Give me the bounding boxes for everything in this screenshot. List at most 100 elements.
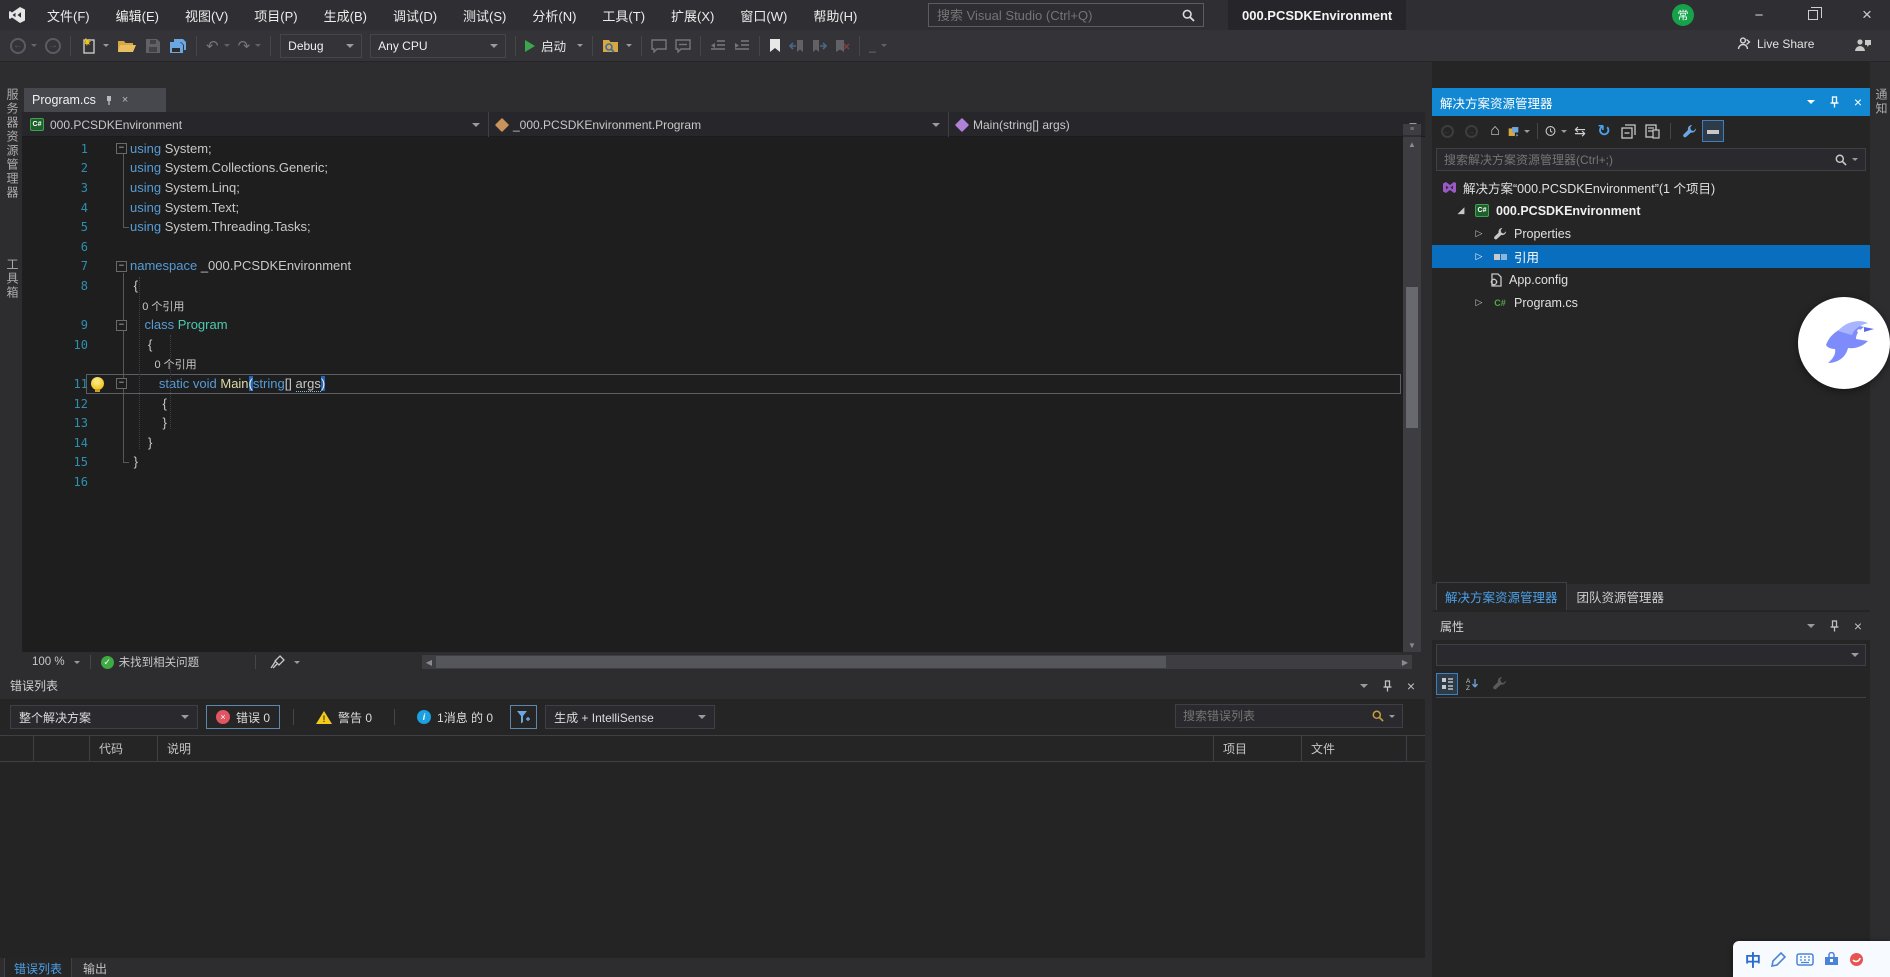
back-button[interactable]: ← bbox=[1436, 120, 1458, 142]
team-explorer-tab[interactable]: 团队资源管理器 bbox=[1569, 583, 1673, 610]
expander-collapsed-icon[interactable]: ▷ bbox=[1472, 297, 1486, 308]
toggle-bookmark-button[interactable] bbox=[766, 34, 784, 58]
code-line[interactable]: 7−namespace _000.PCSDKEnvironment bbox=[22, 257, 1403, 277]
ime-pen-icon[interactable] bbox=[1771, 952, 1786, 967]
menu-file[interactable]: 文件(F) bbox=[34, 0, 103, 30]
zoom-level-select[interactable]: 100 % bbox=[22, 656, 80, 668]
tree-item-app-config[interactable]: App.config bbox=[1432, 268, 1870, 291]
error-list-body[interactable] bbox=[0, 762, 1425, 958]
preview-selected-items-toggle[interactable] bbox=[1702, 120, 1724, 142]
close-button[interactable]: × bbox=[1844, 0, 1890, 30]
redo-button[interactable]: ↷ bbox=[235, 34, 265, 58]
undo-button[interactable]: ↶ bbox=[203, 34, 233, 58]
menu-build[interactable]: 生成(B) bbox=[311, 0, 380, 30]
menu-tools[interactable]: 工具(T) bbox=[589, 0, 658, 30]
fold-toggle[interactable]: − bbox=[116, 378, 127, 389]
tree-item-solution[interactable]: 解决方案“000.PCSDKEnvironment”(1 个项目) bbox=[1432, 176, 1870, 199]
feedback-button[interactable] bbox=[1854, 38, 1872, 53]
fold-toggle[interactable]: − bbox=[116, 143, 127, 154]
errors-filter-button[interactable]: × 错误 0 bbox=[206, 705, 280, 729]
error-list-header[interactable]: 错误列表 × bbox=[0, 672, 1425, 699]
start-debugging-button[interactable]: 启动 bbox=[522, 34, 586, 58]
codelens-row[interactable]: 0 个引用 bbox=[22, 355, 1403, 375]
live-share-button[interactable]: Live Share bbox=[1735, 36, 1814, 52]
code-line[interactable]: 4using System.Text; bbox=[22, 198, 1403, 218]
solution-explorer-tab[interactable]: 解决方案资源管理器 bbox=[1436, 582, 1567, 610]
properties-panel-header[interactable]: 属性 × bbox=[1432, 612, 1870, 640]
window-position-icon[interactable] bbox=[1807, 624, 1815, 628]
close-icon[interactable]: × bbox=[1854, 94, 1862, 110]
pin-icon[interactable] bbox=[1829, 96, 1840, 108]
code-line[interactable]: 3using System.Linq; bbox=[22, 178, 1403, 198]
quick-search-input[interactable] bbox=[937, 8, 1182, 23]
severity-column-header[interactable] bbox=[0, 736, 34, 761]
scroll-right-icon[interactable]: ▶ bbox=[1398, 655, 1412, 669]
error-scope-select[interactable]: 整个解决方案 bbox=[10, 705, 198, 729]
code-line[interactable]: 2using System.Collections.Generic; bbox=[22, 159, 1403, 179]
fold-toggle[interactable]: − bbox=[116, 320, 127, 331]
description-column-header[interactable]: 说明 bbox=[158, 736, 1214, 761]
property-pages-button[interactable] bbox=[1488, 673, 1510, 695]
properties-shortcut-button[interactable] bbox=[1641, 120, 1663, 142]
horizontal-scrollbar[interactable]: ◀ ▶ bbox=[422, 655, 1412, 669]
output-bottom-tab[interactable]: 输出 bbox=[74, 958, 116, 977]
gutter-column-header[interactable] bbox=[34, 736, 90, 761]
vertical-scrollbar-thumb[interactable] bbox=[1406, 287, 1418, 428]
window-position-icon[interactable] bbox=[1360, 684, 1368, 688]
properties-object-select[interactable] bbox=[1436, 644, 1866, 666]
alphabetical-sort-button[interactable]: AZ bbox=[1462, 673, 1484, 695]
expander-collapsed-icon[interactable]: ▷ bbox=[1472, 251, 1486, 262]
file-column-header[interactable]: 文件 bbox=[1302, 736, 1407, 761]
save-all-button[interactable] bbox=[166, 34, 190, 58]
menu-help[interactable]: 帮助(H) bbox=[800, 0, 870, 30]
pin-icon[interactable] bbox=[104, 95, 114, 105]
code-cleanup-button[interactable] bbox=[270, 655, 300, 669]
code-line[interactable]: 6 bbox=[22, 237, 1403, 257]
editor-split-handle[interactable]: ≡ bbox=[1403, 124, 1421, 137]
ime-toolbox-icon[interactable] bbox=[1824, 952, 1839, 966]
ime-keyboard-icon[interactable] bbox=[1796, 953, 1814, 966]
suppression-column-header[interactable] bbox=[1407, 736, 1425, 761]
toolbox-side-tab[interactable]: 工具箱 bbox=[4, 258, 21, 300]
minimize-button[interactable]: − bbox=[1736, 0, 1782, 30]
open-folder-button[interactable] bbox=[114, 34, 140, 58]
ime-toolbar[interactable]: 中 bbox=[1733, 941, 1890, 977]
refresh-icon[interactable]: ↻ bbox=[1593, 120, 1615, 142]
solution-explorer-search-box[interactable] bbox=[1436, 148, 1866, 171]
save-button[interactable] bbox=[142, 34, 164, 58]
increase-indent-button[interactable] bbox=[731, 34, 753, 58]
menu-view[interactable]: 视图(V) bbox=[172, 0, 241, 30]
project-dropdown[interactable]: C# 000.PCSDKEnvironment bbox=[22, 112, 489, 137]
ime-mode-indicator[interactable]: 中 bbox=[1745, 947, 1761, 971]
type-dropdown[interactable]: _000.PCSDKEnvironment.Program bbox=[489, 112, 949, 137]
collapse-all-button[interactable] bbox=[1617, 120, 1639, 142]
window-position-icon[interactable] bbox=[1807, 100, 1815, 104]
close-icon[interactable]: × bbox=[1854, 618, 1862, 634]
codelens-row[interactable]: 0 个引用 bbox=[22, 296, 1403, 316]
menu-project[interactable]: 项目(P) bbox=[241, 0, 310, 30]
code-line[interactable]: 1−using System; bbox=[22, 139, 1403, 159]
forward-button[interactable]: → bbox=[1460, 120, 1482, 142]
solution-explorer-search-input[interactable] bbox=[1444, 153, 1835, 167]
code-line[interactable]: 12 { bbox=[22, 394, 1403, 414]
code-line[interactable]: 15 } bbox=[22, 453, 1403, 473]
menu-analyze[interactable]: 分析(N) bbox=[519, 0, 589, 30]
menu-test[interactable]: 测试(S) bbox=[450, 0, 519, 30]
navigate-back-button[interactable]: ← bbox=[7, 34, 40, 58]
code-line[interactable]: 16 bbox=[22, 472, 1403, 492]
code-line[interactable]: 14 } bbox=[22, 433, 1403, 453]
tree-item-references[interactable]: ▷ 引用 bbox=[1432, 245, 1870, 268]
sync-with-active-document-icon[interactable]: ⇆ bbox=[1569, 120, 1591, 142]
filter-toggle-button[interactable] bbox=[510, 705, 537, 729]
tree-item-project[interactable]: ◢ C# 000.PCSDKEnvironment bbox=[1432, 199, 1870, 222]
switch-views-button[interactable] bbox=[1508, 120, 1530, 142]
server-explorer-side-tab[interactable]: 服务器资源管理器 bbox=[4, 88, 21, 200]
expander-collapsed-icon[interactable]: ▷ bbox=[1472, 228, 1486, 239]
clear-bookmarks-button[interactable] bbox=[832, 34, 853, 58]
fold-toggle[interactable]: − bbox=[116, 261, 127, 272]
code-line[interactable]: 8 { bbox=[22, 276, 1403, 296]
tab-close-icon[interactable]: × bbox=[122, 94, 128, 106]
decrease-indent-button[interactable] bbox=[707, 34, 729, 58]
code-line[interactable]: 13 } bbox=[22, 413, 1403, 433]
navigate-forward-button[interactable]: → bbox=[42, 34, 64, 58]
